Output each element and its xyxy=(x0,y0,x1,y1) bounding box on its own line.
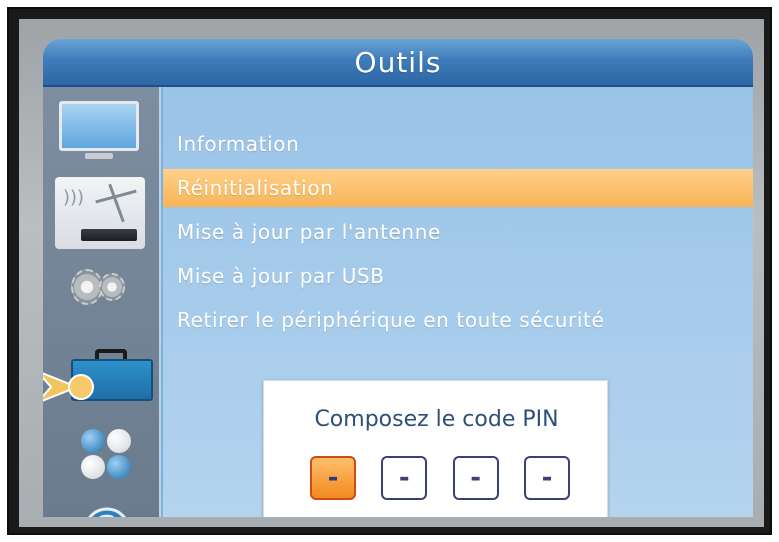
menu-item-label: Mise à jour par USB xyxy=(177,264,385,288)
gears-icon[interactable] xyxy=(71,263,131,313)
gear-small xyxy=(99,273,125,301)
tv-icon[interactable] xyxy=(55,99,143,163)
menu-item-label: Mise à jour par l'antenne xyxy=(177,220,441,244)
tools-menu-list: Information Réinitialisation Mise à jour… xyxy=(163,125,753,345)
menu-item-information[interactable]: Information xyxy=(163,125,753,163)
pin-dialog: Composez le code PIN - - - - xyxy=(263,380,608,517)
ball-white xyxy=(81,455,105,479)
page-title: Outils xyxy=(354,45,442,79)
receiver-box xyxy=(81,229,137,241)
ball-white xyxy=(107,429,131,453)
tv-screen xyxy=(59,101,139,151)
menu-item-safely-remove-device[interactable]: Retirer le périphérique en toute sécurit… xyxy=(163,301,753,339)
ball-blue xyxy=(107,455,131,479)
selector-arrow-icon xyxy=(43,372,94,402)
tv-bezel: Outils ))) Information Réinitialisation … xyxy=(19,19,764,527)
pin-prompt: Composez le code PIN xyxy=(314,407,559,432)
antenna-icon[interactable]: ))) xyxy=(55,177,145,249)
tools-menu-window: Outils ))) Information Réinitialisation … xyxy=(43,39,753,517)
tv-stand xyxy=(85,153,113,159)
pin-digit-3[interactable]: - xyxy=(452,456,499,500)
antenna-mast xyxy=(108,183,125,223)
menu-item-label: Information xyxy=(177,132,300,156)
menu-item-label: Réinitialisation xyxy=(177,176,334,200)
title-bar: Outils xyxy=(43,39,753,87)
signal-wave-icon: ))) xyxy=(63,187,85,208)
pin-digit-1[interactable]: - xyxy=(310,456,356,500)
pin-digit-4[interactable]: - xyxy=(523,456,570,500)
balls-icon[interactable] xyxy=(81,429,137,483)
pin-input-group: - - - - xyxy=(310,456,570,500)
menu-item-label: Retirer le périphérique en toute sécurit… xyxy=(177,308,605,332)
screen-frame: Outils ))) Information Réinitialisation … xyxy=(7,7,772,535)
disc-icon[interactable] xyxy=(83,507,131,517)
menu-item-reinitialisation[interactable]: Réinitialisation xyxy=(163,169,753,207)
ball-blue xyxy=(81,429,105,453)
menu-item-update-antenna[interactable]: Mise à jour par l'antenne xyxy=(163,213,753,251)
category-icon-rail: ))) xyxy=(43,87,161,517)
content-panel: Information Réinitialisation Mise à jour… xyxy=(163,87,753,517)
menu-item-update-usb[interactable]: Mise à jour par USB xyxy=(163,257,753,295)
pin-digit-2[interactable]: - xyxy=(381,456,428,500)
